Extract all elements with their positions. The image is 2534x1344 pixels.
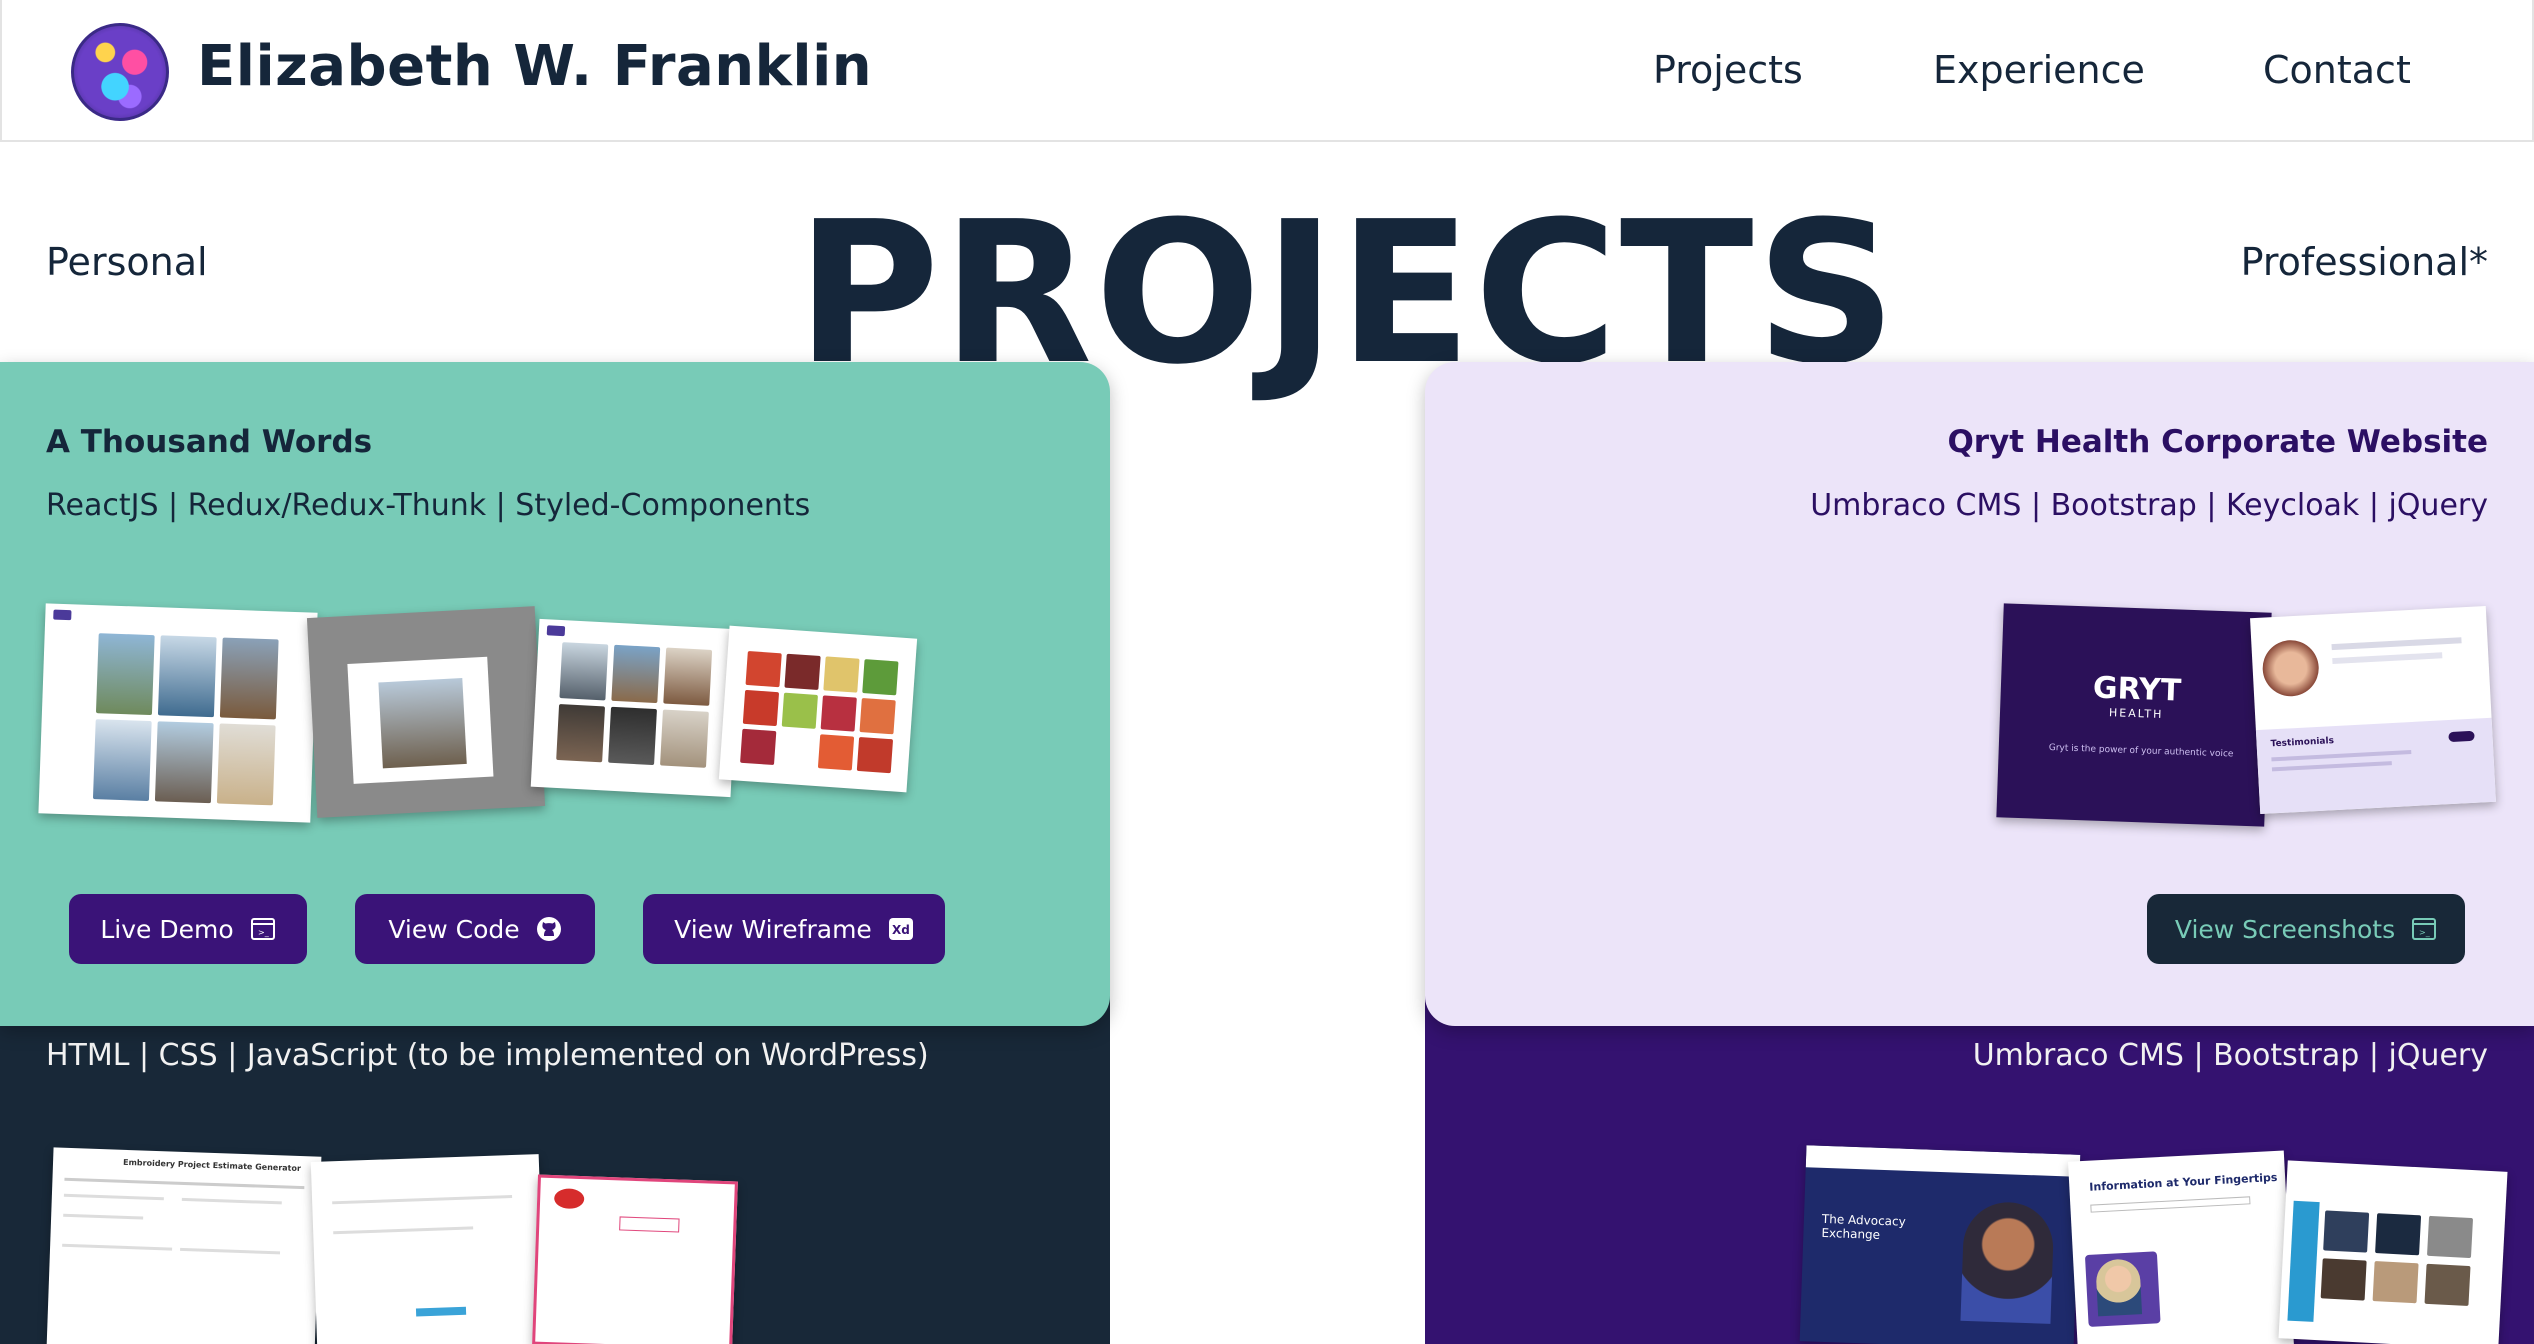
project-tech-stack: HTML | CSS | JavaScript (to be implement… [46, 1038, 929, 1073]
screenshot-thumbnail [718, 625, 918, 793]
github-icon [536, 916, 562, 942]
screenshot-thumbnail: Testimonials [2250, 605, 2496, 815]
thumb-heading: The Advocacy Exchange [1821, 1211, 1906, 1243]
screenshot-thumbnail [310, 1154, 546, 1344]
project-card-thousand-words: A Thousand Words ReactJS | Redux/Redux-T… [0, 362, 1110, 1026]
project-tech-stack: Umbraco CMS | Bootstrap | jQuery [1972, 1038, 2488, 1073]
filter-personal[interactable]: Personal [46, 240, 208, 284]
view-code-label: View Code [388, 914, 520, 944]
screenshot-thumbnail: Information at Your Fingertips [2068, 1150, 2294, 1344]
thumb-fingertips: Information at Your Fingertips [2089, 1170, 2278, 1194]
thumb-title: Embroidery Project Estimate Generator [122, 1157, 302, 1174]
live-demo-button[interactable]: Live Demo >_ [69, 894, 307, 964]
svg-text:>_: >_ [258, 928, 270, 937]
live-demo-label: Live Demo [100, 914, 234, 944]
view-screenshots-button[interactable]: View Screenshots >_ [2147, 894, 2465, 964]
view-code-button[interactable]: View Code [355, 894, 595, 964]
thumb-testimonials: Testimonials [2270, 736, 2335, 750]
nav-contact[interactable]: Contact [2263, 48, 2411, 92]
view-screenshots-label: View Screenshots [2174, 914, 2396, 944]
nav-projects[interactable]: Projects [1653, 48, 1803, 92]
view-wireframe-label: View Wireframe [674, 914, 872, 944]
screenshot-thumbnail: GRYT HEALTH Gryt is the power of your au… [1996, 603, 2272, 827]
screenshot-thumbnail [306, 606, 546, 818]
project-title: A Thousand Words [46, 424, 373, 460]
screenshot-thumbnail [530, 618, 740, 798]
svg-text:>_: >_ [2419, 928, 2431, 937]
view-wireframe-button[interactable]: View Wireframe Xd [643, 894, 945, 964]
screenshot-thumbnail: The Advocacy Exchange [1799, 1145, 2081, 1344]
screenshot-thumbnail [532, 1174, 738, 1344]
nav-experience[interactable]: Experience [1933, 48, 2145, 92]
browser-window-icon: >_ [250, 916, 276, 942]
avatar-logo[interactable] [71, 23, 169, 121]
site-name[interactable]: Elizabeth W. Franklin [197, 34, 872, 99]
adobe-xd-icon: Xd [888, 916, 914, 942]
thumb-tagline: Gryt is the power of your authentic voic… [2048, 743, 2234, 760]
project-card-gryt-health: Qryt Health Corporate Website Umbraco CM… [1425, 362, 2534, 1026]
screenshot-thumbnail [2278, 1160, 2508, 1344]
browser-window-icon: >_ [2411, 916, 2437, 942]
project-tech-stack: ReactJS | Redux/Redux-Thunk | Styled-Com… [46, 488, 811, 523]
svg-text:Xd: Xd [892, 923, 910, 937]
site-header: Elizabeth W. Franklin Projects Experienc… [0, 0, 2534, 142]
filter-professional[interactable]: Professional* [2241, 240, 2488, 284]
thumb-logo: GRYT [2092, 670, 2182, 709]
project-tech-stack: Umbraco CMS | Bootstrap | Keycloak | jQu… [1810, 488, 2488, 523]
project-title: Qryt Health Corporate Website [1947, 424, 2488, 460]
screenshot-thumbnail [38, 603, 318, 823]
screenshot-thumbnail: Embroidery Project Estimate Generator [46, 1147, 322, 1344]
